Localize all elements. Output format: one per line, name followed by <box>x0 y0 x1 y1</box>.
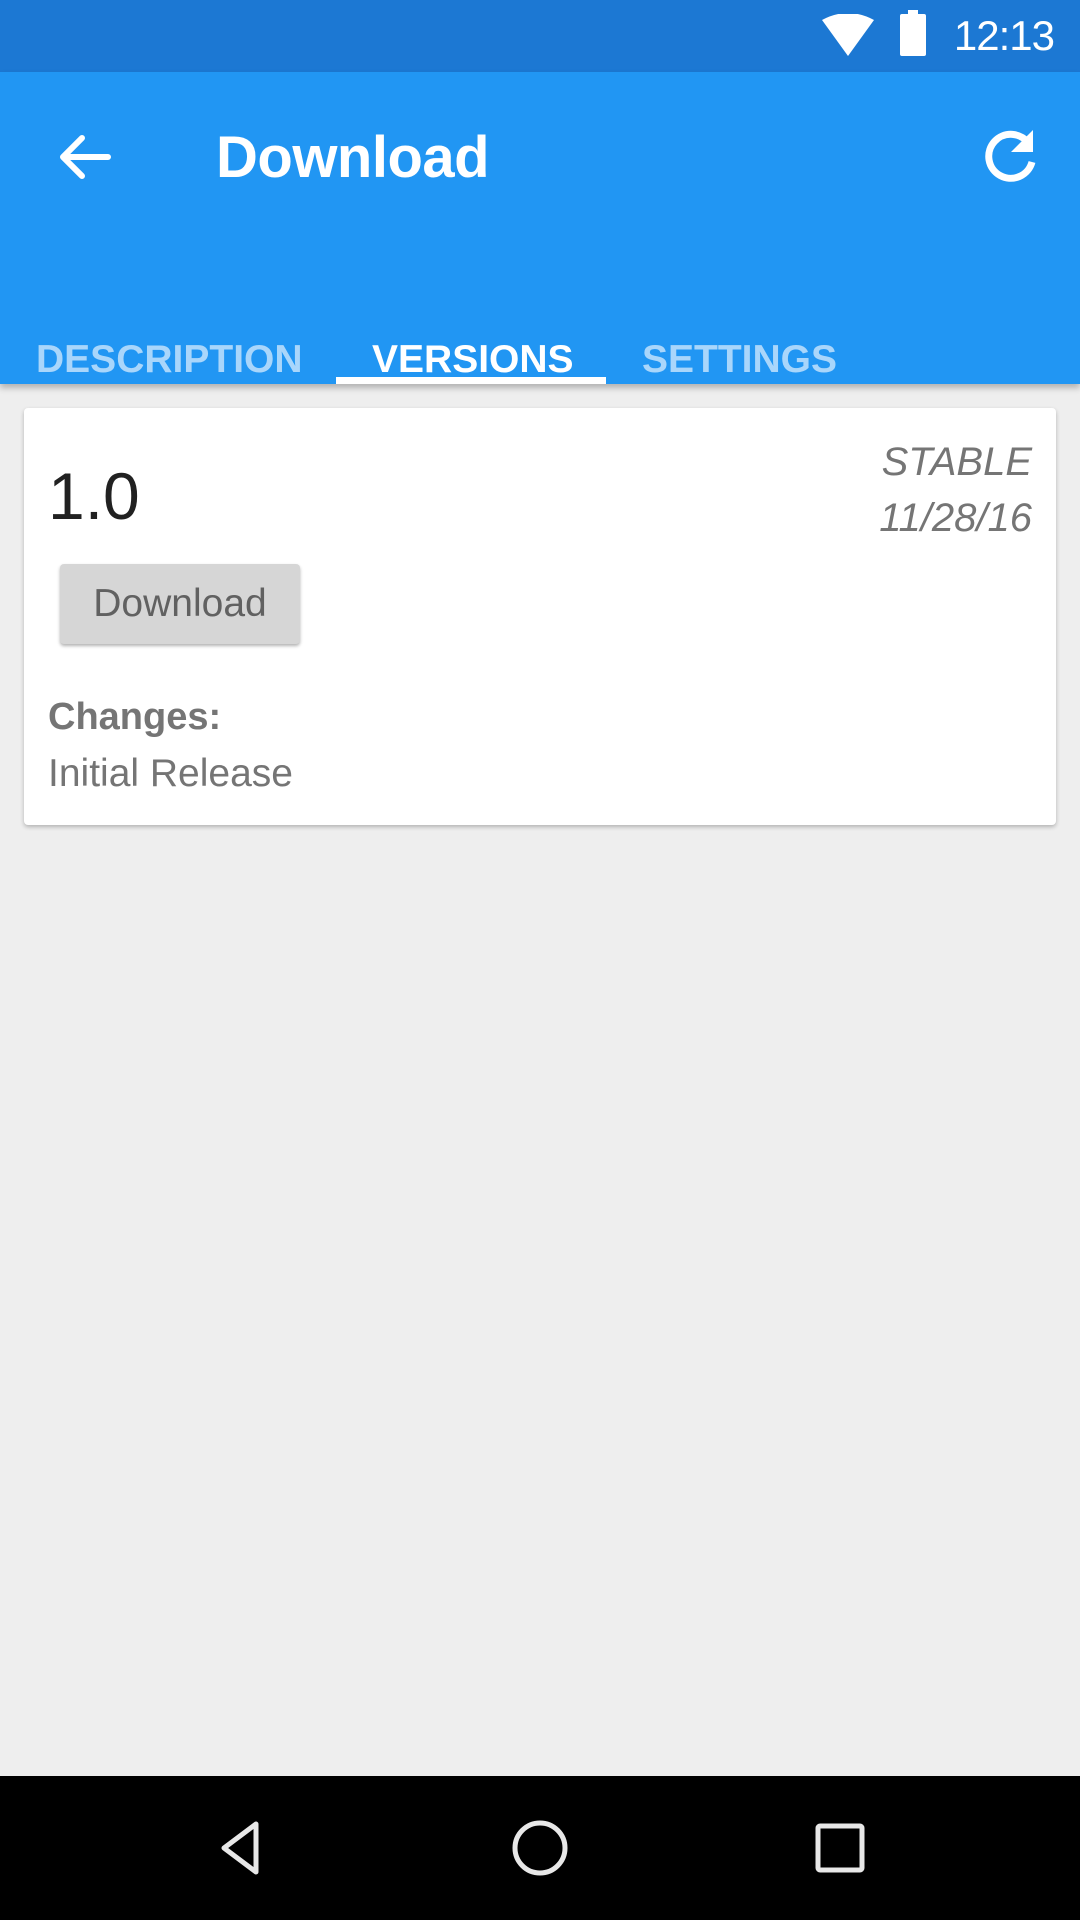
tab-indicator <box>336 377 606 384</box>
battery-icon <box>900 10 926 56</box>
status-time: 12:13 <box>953 12 1055 59</box>
recents-icon[interactable] <box>810 1818 870 1878</box>
app-bar: Download DESCRIPTION VERSIONS SETTINGS <box>0 72 1080 384</box>
wifi-icon <box>822 14 874 56</box>
download-button[interactable]: Download <box>60 564 300 644</box>
home-icon[interactable] <box>510 1818 570 1878</box>
page-title: Download <box>216 125 490 190</box>
changes-text: Initial Release <box>48 752 293 795</box>
changes-label: Changes: <box>48 696 222 738</box>
back-icon[interactable] <box>210 1818 270 1878</box>
refresh-icon <box>985 130 1036 182</box>
tab-settings[interactable]: SETTINGS <box>642 338 837 382</box>
tab-bar: DESCRIPTION VERSIONS SETTINGS <box>0 272 1080 384</box>
status-bar: 12:13 <box>0 0 1080 72</box>
back-button[interactable] <box>50 122 120 192</box>
version-number: 1.0 <box>48 459 140 533</box>
release-channel: STABLE <box>881 440 1032 484</box>
release-date: 11/28/16 <box>879 496 1032 540</box>
version-card: 1.0 STABLE 11/28/16 Download Changes: In… <box>24 408 1056 825</box>
tab-description[interactable]: DESCRIPTION <box>36 338 303 382</box>
refresh-button[interactable] <box>975 122 1045 192</box>
arrow-back-icon <box>60 135 111 179</box>
navigation-bar <box>0 1776 1080 1920</box>
tab-versions[interactable]: VERSIONS <box>372 338 574 382</box>
